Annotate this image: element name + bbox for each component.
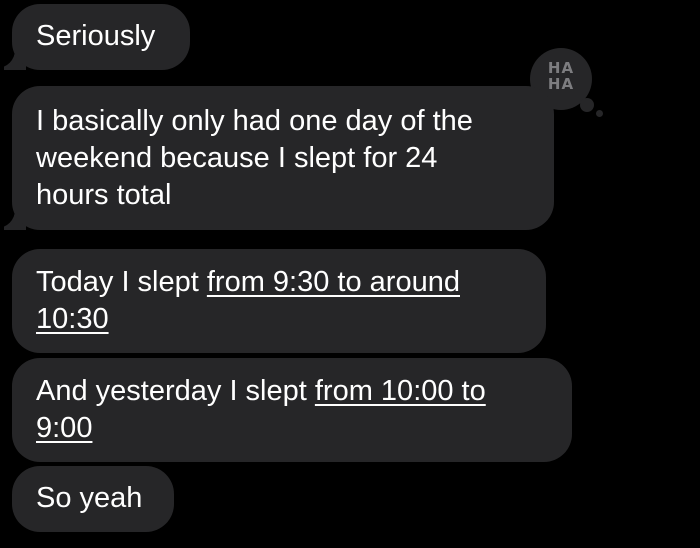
- message-bubble[interactable]: I basically only had one day of the week…: [12, 86, 554, 230]
- message-text-line: 10:30: [36, 301, 522, 338]
- time-link[interactable]: from 9:30 to around: [207, 266, 460, 298]
- message-text-line: weekend because I slept for 24: [36, 142, 438, 174]
- message-bubble[interactable]: Seriously: [12, 4, 190, 70]
- reaction-bubble-dot: [596, 110, 603, 117]
- haha-icon: HA HA: [547, 59, 575, 93]
- message-text: Seriously: [36, 20, 156, 52]
- message-text-line: Today I slept from 9:30 to around: [36, 266, 460, 298]
- time-link[interactable]: 10:30: [36, 303, 109, 335]
- message-text-line: 9:00: [36, 410, 548, 447]
- message-text-line: I basically only had one day of the: [36, 105, 473, 137]
- message-text-line: And yesterday I slept from 10:00 to: [36, 375, 486, 407]
- message-text: So yeah: [36, 482, 143, 514]
- message-thread: Seriously HA HA I basically only had one…: [0, 0, 700, 548]
- message-bubble[interactable]: And yesterday I slept from 10:00 to 9:00: [12, 358, 572, 462]
- reaction-bubble-dot: [580, 98, 594, 112]
- message-bubble[interactable]: Today I slept from 9:30 to around 10:30: [12, 249, 546, 353]
- message-bubble[interactable]: So yeah: [12, 466, 174, 532]
- message-text-line: hours total: [36, 179, 172, 211]
- time-link[interactable]: from 10:00 to: [315, 375, 486, 407]
- time-link[interactable]: 9:00: [36, 412, 92, 444]
